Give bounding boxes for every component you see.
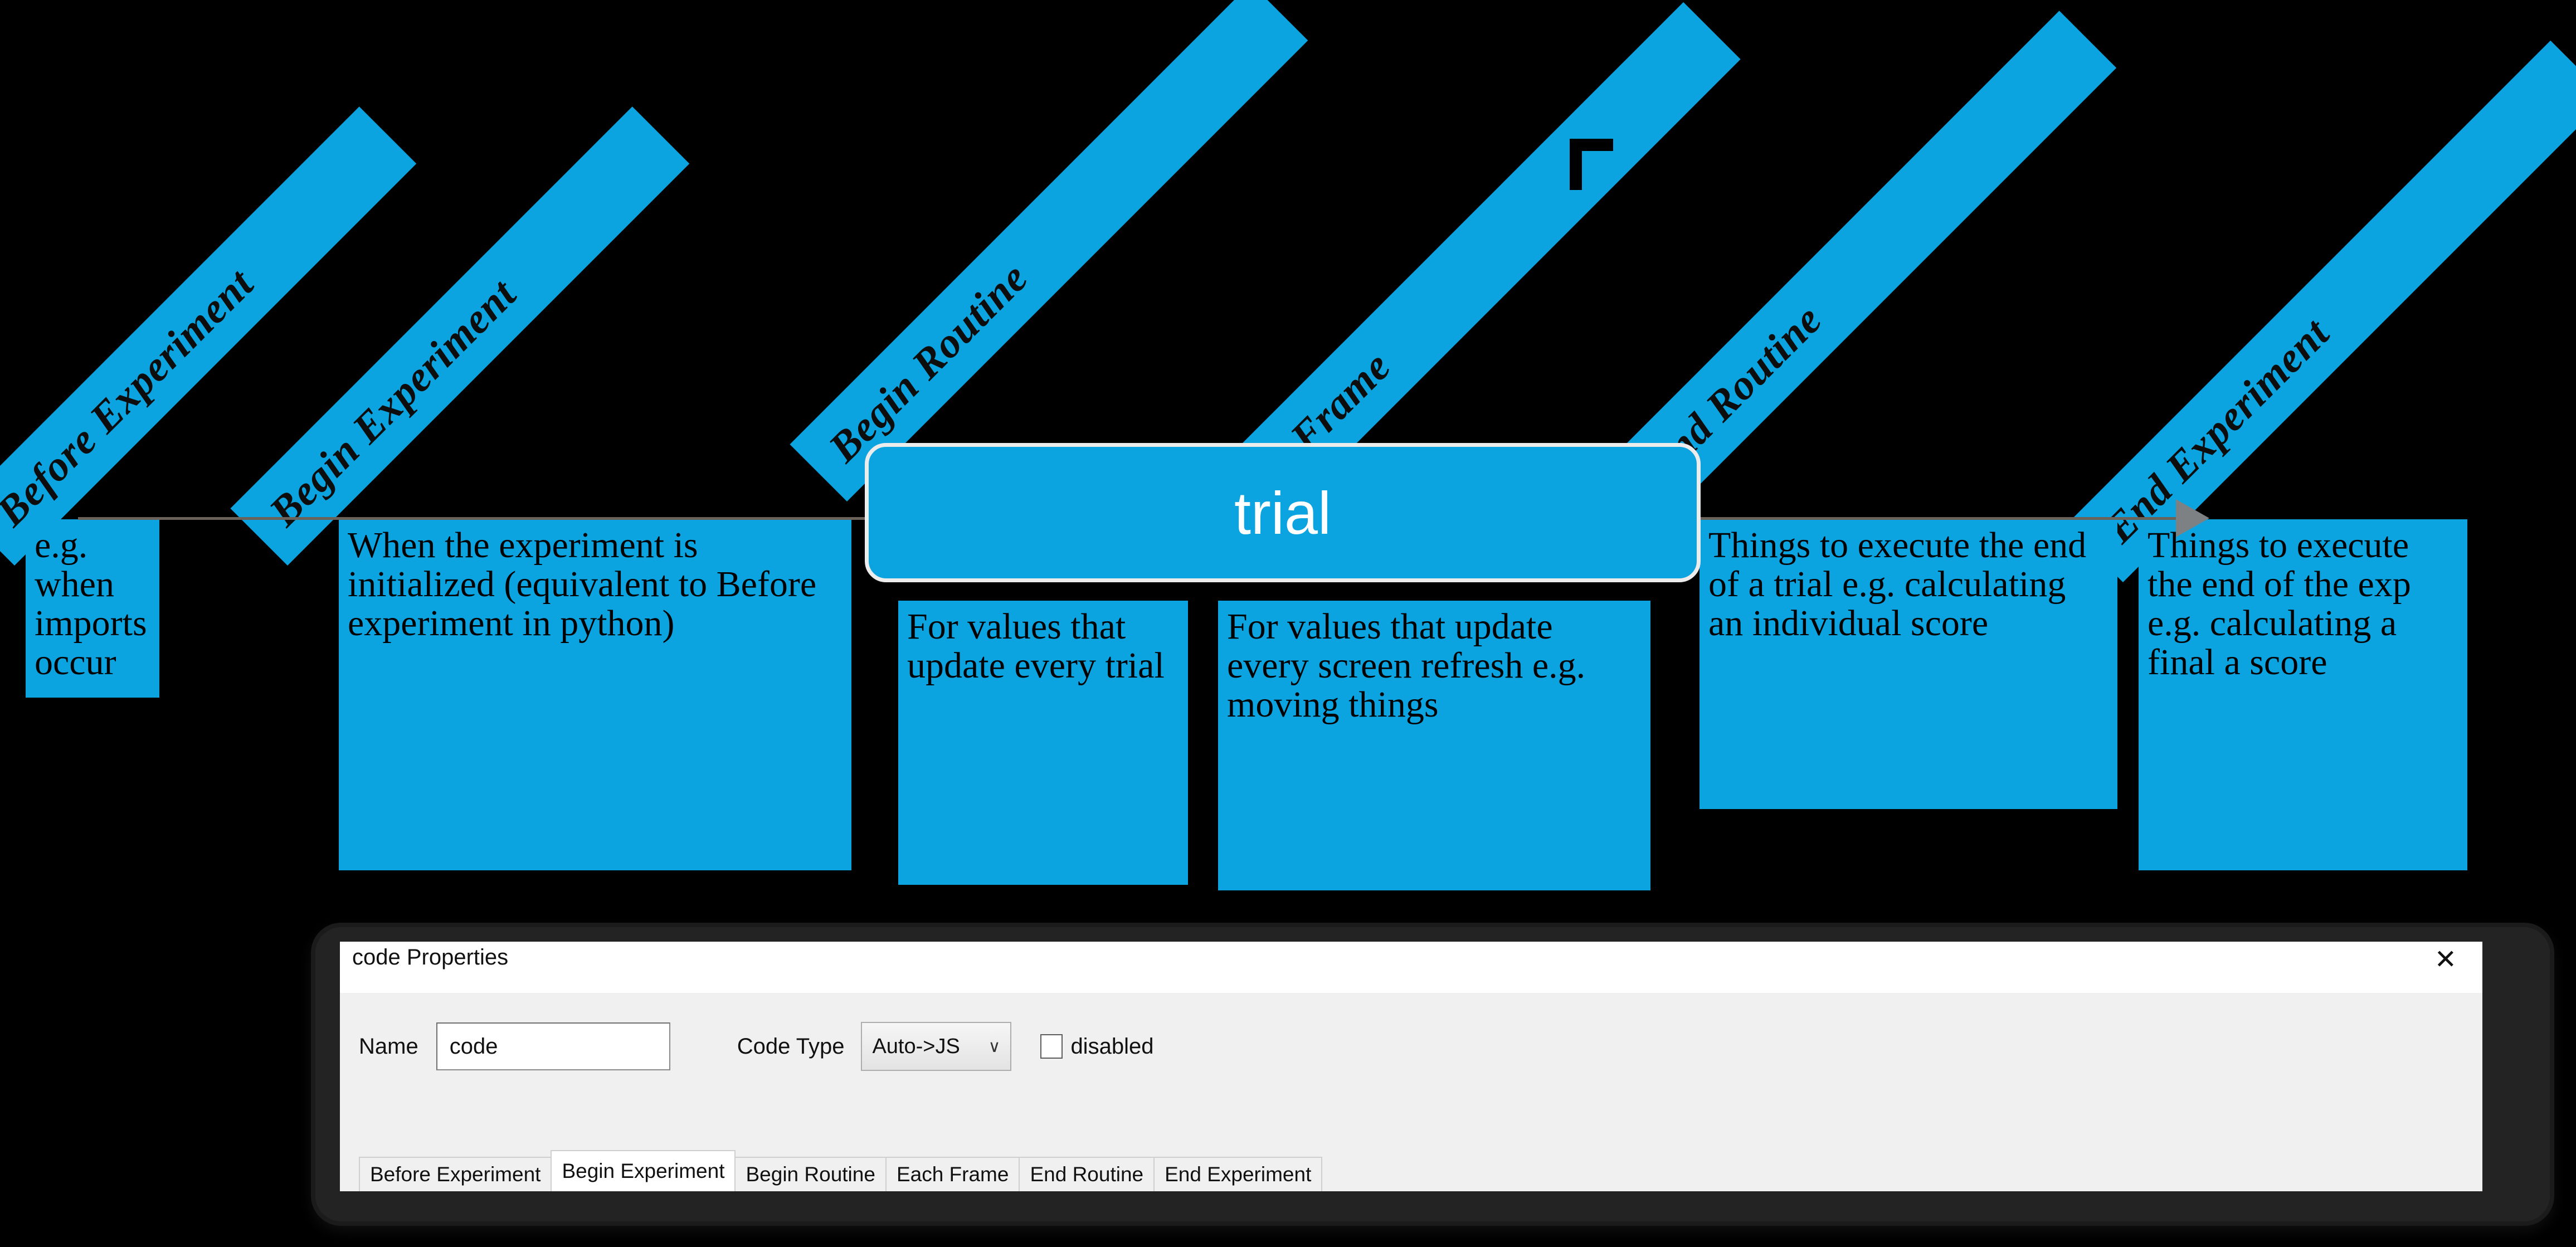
desc-begin-experiment: When the experiment is initialized (equi…: [339, 519, 851, 870]
dialog-titlebar: code Properties ✕: [340, 942, 2482, 993]
name-input[interactable]: code: [436, 1022, 670, 1070]
tab-end-routine[interactable]: End Routine: [1019, 1157, 1155, 1191]
desc-before-experiment: e.g. when imports occur: [26, 519, 159, 698]
code-type-value: Auto->JS: [872, 1034, 960, 1058]
tab-begin-routine[interactable]: Begin Routine: [734, 1157, 887, 1191]
ribbon-label: Before Experiment: [0, 260, 263, 535]
tab-end-experiment[interactable]: End Experiment: [1153, 1157, 1323, 1191]
diagram-canvas: Before Experiment Begin Experiment Begin…: [0, 0, 2576, 1247]
each-frame-notch-2: [1570, 139, 1582, 190]
desc-each-frame: For values that update every screen refr…: [1218, 601, 1650, 890]
timeline-arrow-icon: [2176, 499, 2209, 537]
name-input-value: code: [449, 1034, 498, 1059]
disabled-checkbox[interactable]: disabled: [1040, 1034, 1153, 1059]
code-type-select[interactable]: Auto->JS ∨: [861, 1022, 1012, 1071]
chevron-down-icon: ∨: [988, 1037, 1001, 1056]
trial-node[interactable]: trial: [865, 443, 1701, 582]
dialog-tabstrip: Before Experiment Begin Experiment Begin…: [359, 1150, 1323, 1191]
disabled-label: disabled: [1070, 1034, 1154, 1059]
desc-text: For values that update every trial: [907, 606, 1165, 686]
tab-each-frame[interactable]: Each Frame: [885, 1157, 1020, 1191]
desc-text: For values that update every screen refr…: [1227, 606, 1586, 725]
dialog-form-row: Name code Code Type Auto->JS ∨ disabled: [340, 993, 2482, 1071]
dialog-title: code Properties: [352, 945, 509, 970]
desc-end-routine: Things to execute the end of a trial e.g…: [1700, 519, 2117, 809]
tab-before-experiment[interactable]: Before Experiment: [359, 1157, 552, 1191]
desc-text: Things to execute the end of a trial e.g…: [1708, 525, 2087, 644]
checkbox-box-icon: [1040, 1034, 1063, 1059]
tab-begin-experiment[interactable]: Begin Experiment: [551, 1150, 736, 1191]
desc-begin-routine: For values that update every trial: [898, 601, 1188, 885]
dialog-body: Name code Code Type Auto->JS ∨ disabled …: [340, 993, 2482, 1191]
name-label: Name: [359, 1034, 418, 1059]
desc-text: When the experiment is initialized (equi…: [348, 525, 817, 644]
code-type-label: Code Type: [737, 1034, 845, 1059]
trial-node-label: trial: [1234, 479, 1332, 547]
close-icon[interactable]: ✕: [2434, 946, 2457, 973]
desc-end-experiment: Things to execute the end of the exp e.g…: [2139, 519, 2467, 870]
ribbon-begin-routine: Begin Routine: [790, 0, 1308, 501]
desc-text: e.g. when imports occur: [35, 525, 147, 683]
code-properties-dialog: code Properties ✕ Name code Code Type Au…: [340, 942, 2482, 1191]
ribbon-label: Begin Experiment: [260, 270, 525, 535]
desc-text: Things to execute the end of the exp e.g…: [2148, 525, 2411, 683]
ribbon-end-experiment: End Experiment: [2066, 40, 2576, 583]
